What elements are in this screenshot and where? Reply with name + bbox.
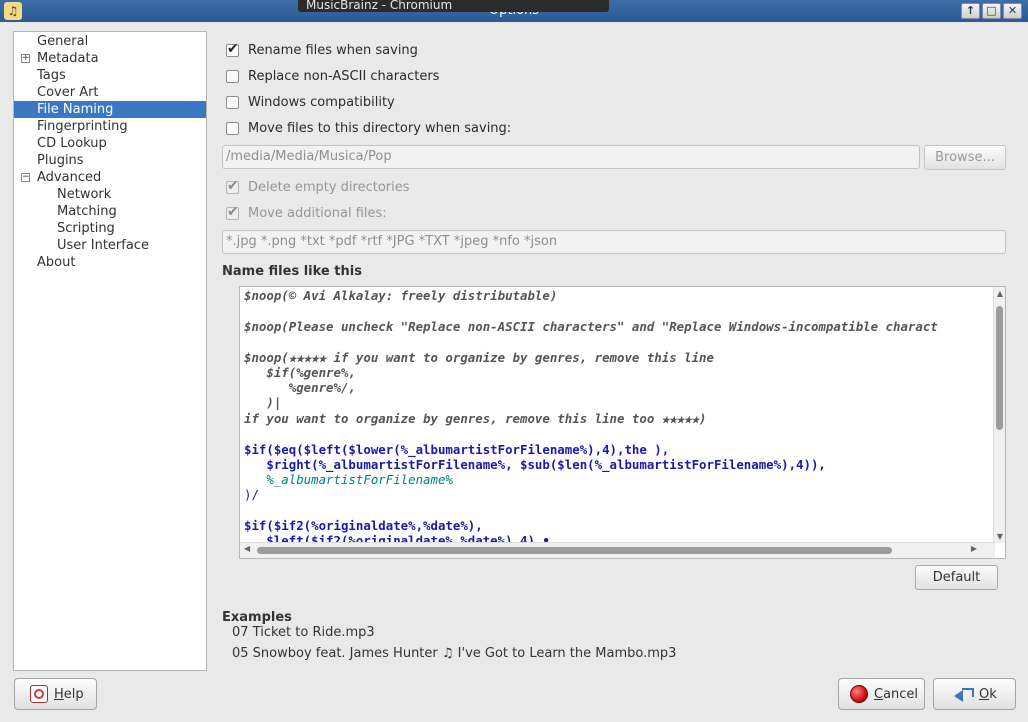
rename-files-checkbox[interactable]: ✔ Rename files when saving <box>226 41 418 59</box>
script-line: $if($eq($left($lower(%_albumartistForFil… <box>244 442 670 457</box>
window-controls: ↑ □ ✕ <box>961 3 1022 19</box>
naming-section-title: Name files like this <box>222 264 362 279</box>
scroll-thumb[interactable] <box>257 547 892 554</box>
tree-item-about[interactable]: About <box>14 254 206 271</box>
script-line: $if(%genre%, <box>244 365 356 380</box>
script-line: %genre%/, <box>244 380 356 395</box>
collapse-icon[interactable]: − <box>21 173 30 182</box>
replace-non-ascii-checkbox[interactable]: Replace non-ASCII characters <box>226 67 439 85</box>
tree-item-network[interactable]: Network <box>14 186 206 203</box>
ok-button[interactable]: Ok <box>933 678 1016 710</box>
checkmark-icon: ✔ <box>227 40 239 57</box>
options-tree[interactable]: General + Metadata Tags Cover Art File N… <box>13 31 207 671</box>
file-naming-page: ✔ Rename files when saving Replace non-A… <box>208 31 1018 671</box>
script-line: )/ <box>244 487 259 502</box>
checkmark-icon: ✔ <box>227 177 239 194</box>
naming-script-editor[interactable]: $noop(© Avi Alkalay: freely distributabl… <box>239 286 1006 559</box>
tree-item-matching[interactable]: Matching <box>14 203 206 220</box>
help-button[interactable]: Help <box>14 678 97 710</box>
scroll-thumb[interactable] <box>996 306 1003 430</box>
script-line: $noop(Please uncheck "Replace non-ASCII … <box>244 319 938 334</box>
maximize-icon[interactable]: □ <box>982 3 1001 19</box>
cancel-icon <box>850 685 868 703</box>
script-line: %_albumartistForFilename% <box>244 472 453 487</box>
tree-item-tags[interactable]: Tags <box>14 67 206 84</box>
tree-item-cover-art[interactable]: Cover Art <box>14 84 206 101</box>
browse-button[interactable]: Browse... <box>924 145 1006 170</box>
checkbox-box[interactable] <box>226 69 239 83</box>
tree-item-cd-lookup[interactable]: CD Lookup <box>14 135 206 152</box>
script-line: $right(%_albumartistForFilename%, $sub($… <box>244 457 826 472</box>
scroll-left-icon[interactable]: ◀ <box>244 544 250 553</box>
checkbox-box[interactable]: ✔ <box>226 177 239 194</box>
window-titlebar[interactable]: ♫ Options MusicBrainz - Chromium ↑ □ ✕ <box>0 0 1028 22</box>
tree-item-general[interactable]: General <box>14 33 206 50</box>
scroll-up-icon[interactable]: ▲ <box>994 289 1005 298</box>
checkbox-box[interactable]: ✔ <box>226 203 239 220</box>
ok-arrow-icon <box>954 685 974 703</box>
checkbox-box[interactable] <box>226 121 239 135</box>
scroll-right-icon[interactable]: ▶ <box>971 544 977 553</box>
checkbox-box[interactable] <box>226 95 239 109</box>
script-line: $noop(© Avi Alkalay: freely distributabl… <box>244 288 558 303</box>
help-icon <box>30 685 48 703</box>
tree-item-scripting[interactable]: Scripting <box>14 220 206 237</box>
tree-item-advanced[interactable]: − Advanced <box>14 169 206 186</box>
move-directory-input[interactable]: /media/Media/Musica/Pop <box>222 145 920 169</box>
scroll-down-icon[interactable]: ▼ <box>994 532 1005 541</box>
move-files-checkbox[interactable]: Move files to this directory when saving… <box>226 119 511 137</box>
tree-item-user-interface[interactable]: User Interface <box>14 237 206 254</box>
vertical-scrollbar[interactable]: ▲ ▼ <box>993 287 1005 543</box>
script-line: )| <box>244 395 282 410</box>
delete-empty-dirs-checkbox[interactable]: ✔ Delete empty directories <box>226 178 410 196</box>
cancel-button[interactable]: Cancel <box>838 678 925 710</box>
additional-files-input[interactable]: *.jpg *.png *txt *pdf *rtf *JPG *TXT *jp… <box>222 230 1006 254</box>
tree-item-plugins[interactable]: Plugins <box>14 152 206 169</box>
windows-compatibility-checkbox[interactable]: Windows compatibility <box>226 93 395 111</box>
tree-item-metadata[interactable]: + Metadata <box>14 50 206 67</box>
tree-item-fingerprinting[interactable]: Fingerprinting <box>14 118 206 135</box>
example-filename: 05 Snowboy feat. James Hunter ♫ I've Got… <box>232 646 677 661</box>
move-additional-files-checkbox[interactable]: ✔ Move additional files: <box>226 204 387 222</box>
horizontal-scrollbar[interactable]: ◀ ▶ <box>240 542 995 558</box>
expand-icon[interactable]: + <box>21 54 30 63</box>
script-line: $if($if2(%originaldate%,%date%), <box>244 518 483 533</box>
keep-above-icon[interactable]: ↑ <box>961 3 980 19</box>
background-window-title: MusicBrainz - Chromium <box>298 0 609 12</box>
script-line: if you want to organize by genres, remov… <box>244 411 707 426</box>
close-icon[interactable]: ✕ <box>1003 3 1022 19</box>
example-filename: 07 Ticket to Ride.mp3 <box>232 625 375 640</box>
default-button[interactable]: Default <box>915 565 998 590</box>
script-line: $noop(★★★★★ if you want to organize by g… <box>244 350 714 365</box>
examples-title: Examples <box>222 610 292 625</box>
script-text-area[interactable]: $noop(© Avi Alkalay: freely distributabl… <box>244 287 986 543</box>
checkmark-icon: ✔ <box>227 203 239 220</box>
tree-item-file-naming[interactable]: File Naming <box>14 101 206 118</box>
checkbox-box[interactable]: ✔ <box>226 40 239 57</box>
